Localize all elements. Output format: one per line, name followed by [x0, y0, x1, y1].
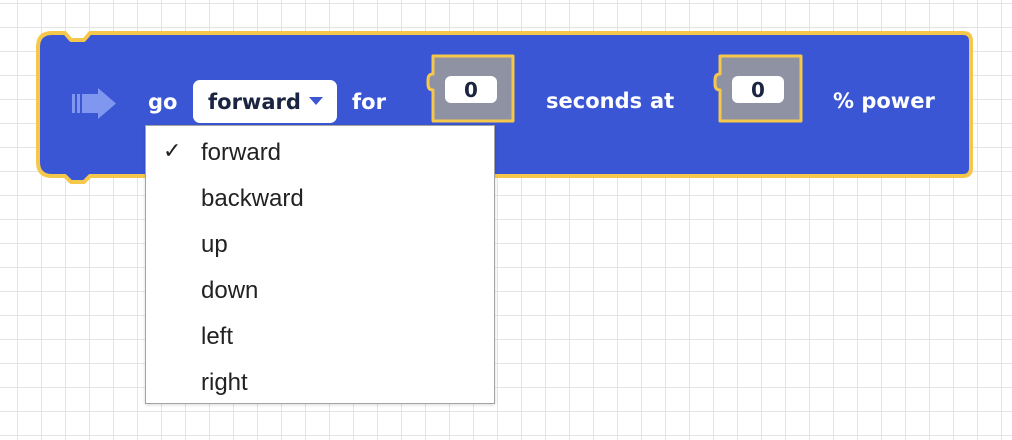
- menu-item-backward[interactable]: backward: [146, 175, 494, 219]
- power-label: % power: [833, 89, 935, 113]
- power-input[interactable]: 0: [732, 76, 784, 103]
- menu-item-label: forward: [201, 139, 282, 166]
- seconds-label: seconds: [546, 89, 643, 113]
- menu-item-label: right: [201, 369, 248, 396]
- at-label: at: [650, 89, 675, 113]
- for-label: for: [352, 90, 386, 114]
- chevron-down-icon: [308, 97, 323, 106]
- menu-item-down[interactable]: down: [146, 267, 494, 311]
- menu-item-up[interactable]: up: [146, 221, 494, 265]
- menu-item-forward[interactable]: ✓ forward: [146, 129, 494, 173]
- direction-dropdown[interactable]: forward: [193, 80, 337, 123]
- menu-item-label: backward: [201, 185, 304, 212]
- checkmark-icon: ✓: [163, 138, 182, 163]
- go-label: go: [148, 90, 178, 114]
- duration-input[interactable]: 0: [445, 76, 497, 103]
- menu-item-label: left: [201, 323, 234, 350]
- menu-item-label: up: [201, 231, 228, 258]
- direction-dropdown-menu: ✓ forward backward up down left right: [145, 125, 495, 404]
- direction-dropdown-value: forward: [208, 89, 301, 114]
- menu-item-right[interactable]: right: [146, 359, 494, 403]
- menu-item-left[interactable]: left: [146, 313, 494, 357]
- menu-item-label: down: [201, 277, 259, 304]
